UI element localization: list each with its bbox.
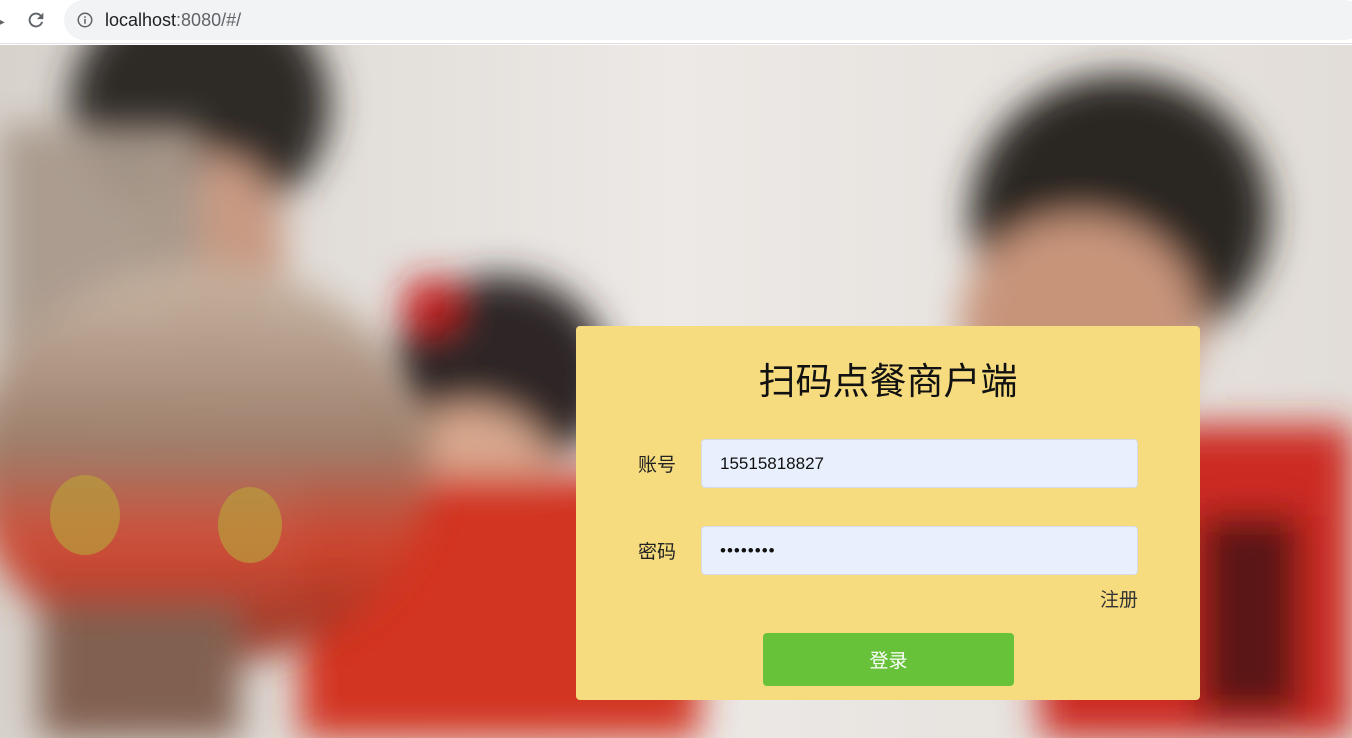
back-arrow-icon[interactable]: ▶ — [0, 13, 6, 29]
register-link[interactable]: 注册 — [1100, 588, 1138, 612]
password-label: 密码 — [638, 541, 677, 563]
login-card: 扫码点餐商户端 账号 密码 注册 登录 — [576, 326, 1200, 700]
password-input[interactable] — [701, 526, 1138, 575]
url-text[interactable]: localhost:8080/#/ — [105, 9, 241, 31]
login-button[interactable]: 登录 — [763, 633, 1014, 686]
address-bar[interactable]: localhost:8080/#/ — [64, 0, 1352, 40]
account-input[interactable] — [701, 439, 1138, 488]
reload-icon[interactable] — [25, 9, 47, 31]
url-path: :8080/#/ — [176, 10, 242, 30]
login-title: 扫码点餐商户端 — [758, 360, 1018, 403]
login-page: 扫码点餐商户端 账号 密码 注册 登录 — [0, 45, 1352, 738]
url-host: localhost — [105, 10, 177, 30]
browser-toolbar: ▶ localhost:8080/#/ — [0, 0, 1352, 44]
account-label: 账号 — [638, 454, 677, 476]
info-icon[interactable] — [76, 11, 94, 29]
